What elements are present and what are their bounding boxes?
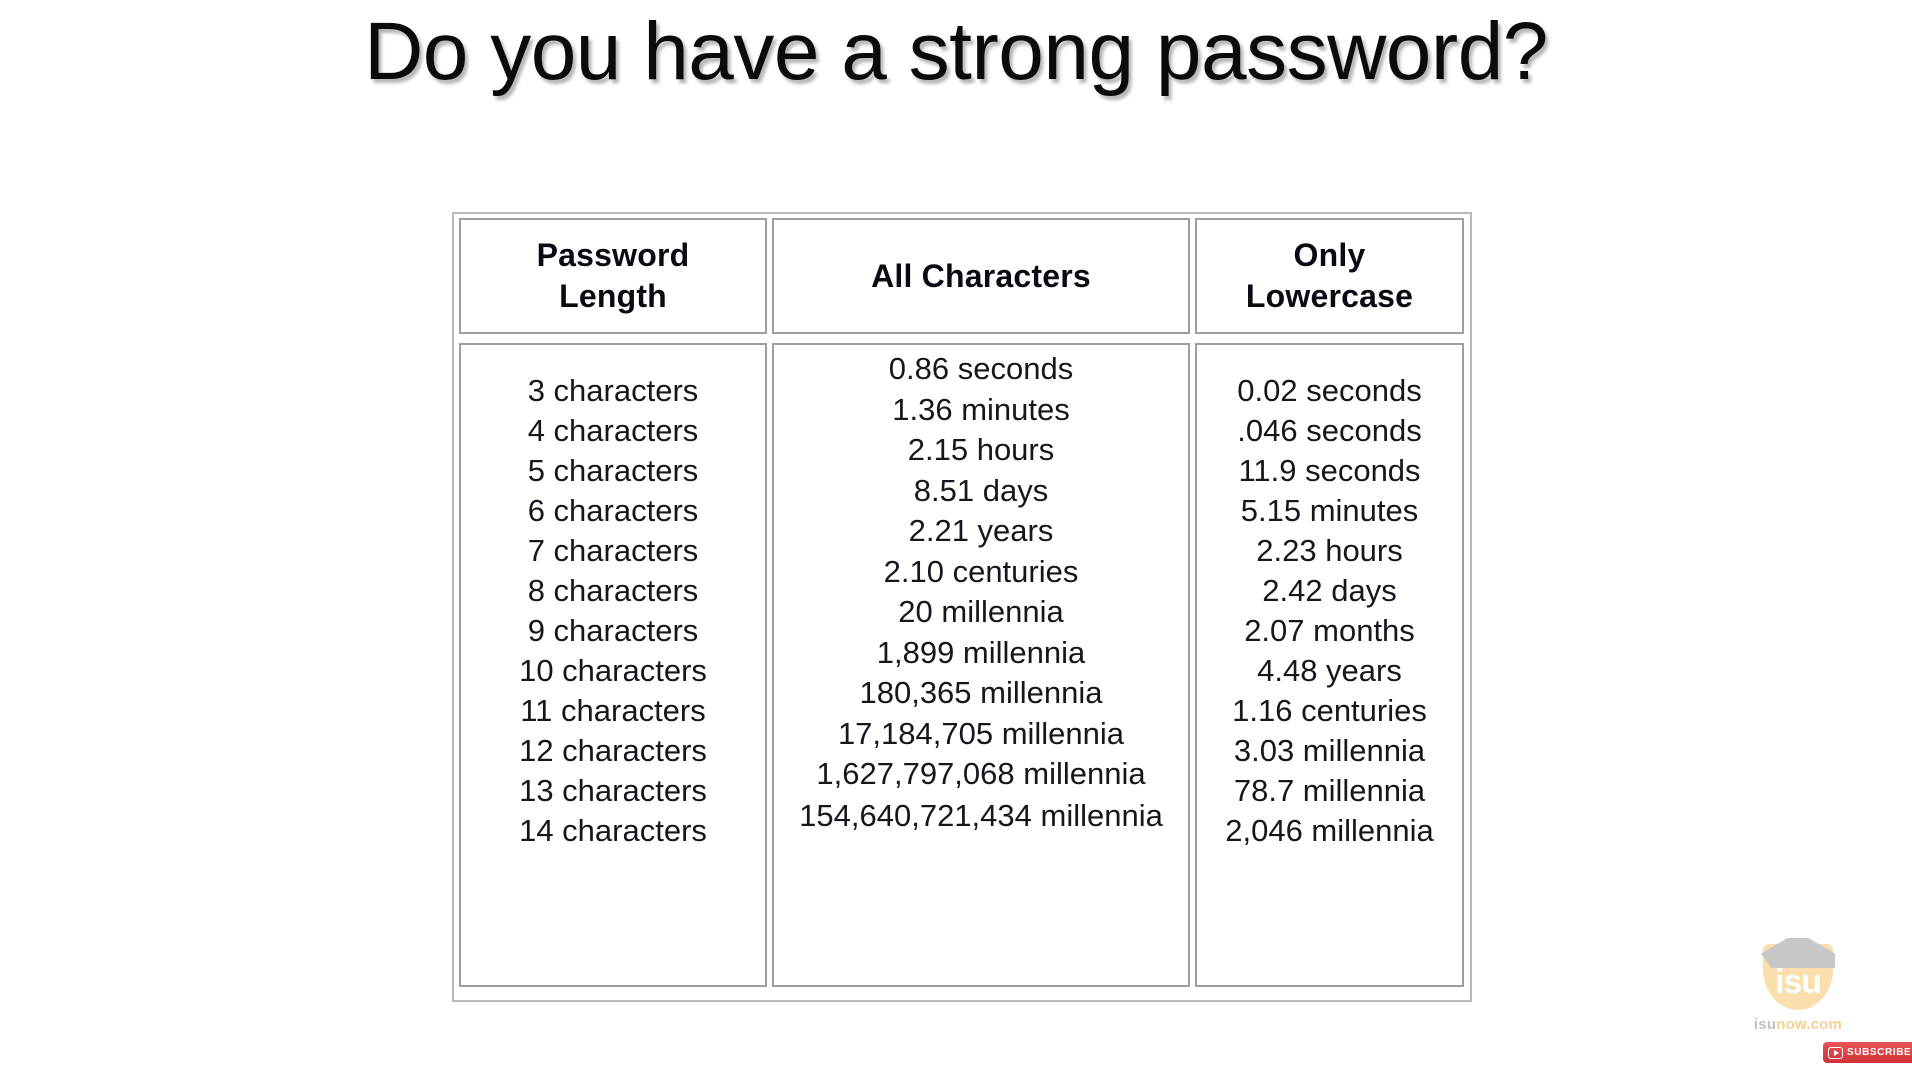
header-all-characters-label: All Characters	[871, 257, 1091, 294]
password-length-list: 3 characters 4 characters 5 characters 6…	[461, 345, 765, 851]
list-item: 2.10 centuries	[883, 553, 1079, 589]
list-item: 2.42 days	[1262, 573, 1397, 608]
header-only-lowercase-line1: Only	[1293, 237, 1366, 273]
list-item: 154,640,721,434 millennia	[799, 797, 1163, 833]
password-strength-table: Password Length All Characters Only Lowe…	[452, 212, 1472, 1002]
list-item: 11 characters	[520, 693, 706, 728]
table-header-row: Password Length All Characters Only Lowe…	[459, 218, 1465, 334]
list-item: 3.03 millennia	[1233, 733, 1426, 768]
only-lowercase-list: 0.02 seconds .046 seconds 11.9 seconds 5…	[1197, 345, 1462, 851]
shield-icon: isu	[1757, 938, 1839, 1014]
header-cell-password-length: Password Length	[459, 218, 767, 334]
list-item: 17,184,705 millennia	[837, 715, 1125, 751]
list-item: 5 characters	[527, 453, 699, 488]
header-password-length-line2: Length	[559, 278, 667, 314]
list-item: 2.07 months	[1244, 613, 1415, 648]
list-item: 3 characters	[527, 373, 699, 408]
body-cell-all-characters: 0.86 seconds 1.36 minutes 2.15 hours 8.5…	[772, 343, 1190, 987]
list-item: 1.16 centuries	[1232, 693, 1427, 728]
list-item: 7 characters	[527, 533, 699, 568]
list-item: 4.48 years	[1257, 653, 1402, 688]
brand-domain-suffix: now.com	[1776, 1016, 1843, 1033]
list-item: 0.02 seconds	[1237, 373, 1422, 408]
list-item: 13 characters	[519, 773, 707, 808]
brand-domain-prefix: isu	[1753, 1016, 1777, 1033]
header-password-length-line1: Password	[536, 237, 690, 273]
brand-domain-text: isunow.com	[1748, 1016, 1848, 1033]
list-item: 78.7 millennia	[1233, 773, 1426, 808]
list-item: 2.23 hours	[1256, 533, 1403, 568]
list-item: 1,627,797,068 millennia	[816, 756, 1146, 791]
subscribe-button[interactable]: SUBSCRIBE	[1823, 1042, 1912, 1063]
list-item: 8.51 days	[913, 472, 1049, 508]
play-icon	[1828, 1046, 1843, 1059]
body-cell-password-length: 3 characters 4 characters 5 characters 6…	[459, 343, 767, 987]
list-item: 2,046 millennia	[1225, 813, 1434, 848]
list-item: 9 characters	[527, 613, 699, 648]
list-item: 5.15 minutes	[1240, 493, 1419, 528]
subscribe-label: SUBSCRIBE	[1847, 1047, 1912, 1058]
header-cell-all-characters: All Characters	[772, 218, 1190, 334]
header-only-lowercase-line2: Lowercase	[1245, 278, 1414, 314]
list-item: 1,899 millennia	[876, 634, 1086, 670]
list-item: 8 characters	[527, 573, 699, 608]
list-item: 180,365 millennia	[859, 675, 1103, 710]
brand-watermark: isu isunow.com	[1748, 938, 1848, 1038]
list-item: 10 characters	[519, 653, 707, 688]
body-cell-only-lowercase: 0.02 seconds .046 seconds 11.9 seconds 5…	[1195, 343, 1464, 987]
header-cell-only-lowercase: Only Lowercase	[1195, 218, 1464, 334]
list-item: 4 characters	[527, 413, 699, 448]
list-item: 0.86 seconds	[888, 351, 1074, 386]
page-title: Do you have a strong password?	[364, 6, 1548, 97]
list-item: 6 characters	[527, 493, 699, 528]
all-characters-list: 0.86 seconds 1.36 minutes 2.15 hours 8.5…	[774, 345, 1188, 836]
list-item: 1.36 minutes	[892, 391, 1070, 427]
isu-logo-text: isu	[1774, 963, 1822, 1001]
table-body-row: 3 characters 4 characters 5 characters 6…	[459, 343, 1465, 987]
list-item: .046 seconds	[1237, 413, 1422, 448]
list-item: 2.21 years	[908, 513, 1054, 548]
list-item: 20 millennia	[898, 594, 1064, 629]
list-item: 14 characters	[519, 813, 707, 848]
list-item: 2.15 hours	[907, 432, 1055, 467]
list-item: 11.9 seconds	[1238, 453, 1421, 488]
list-item: 12 characters	[519, 733, 707, 768]
